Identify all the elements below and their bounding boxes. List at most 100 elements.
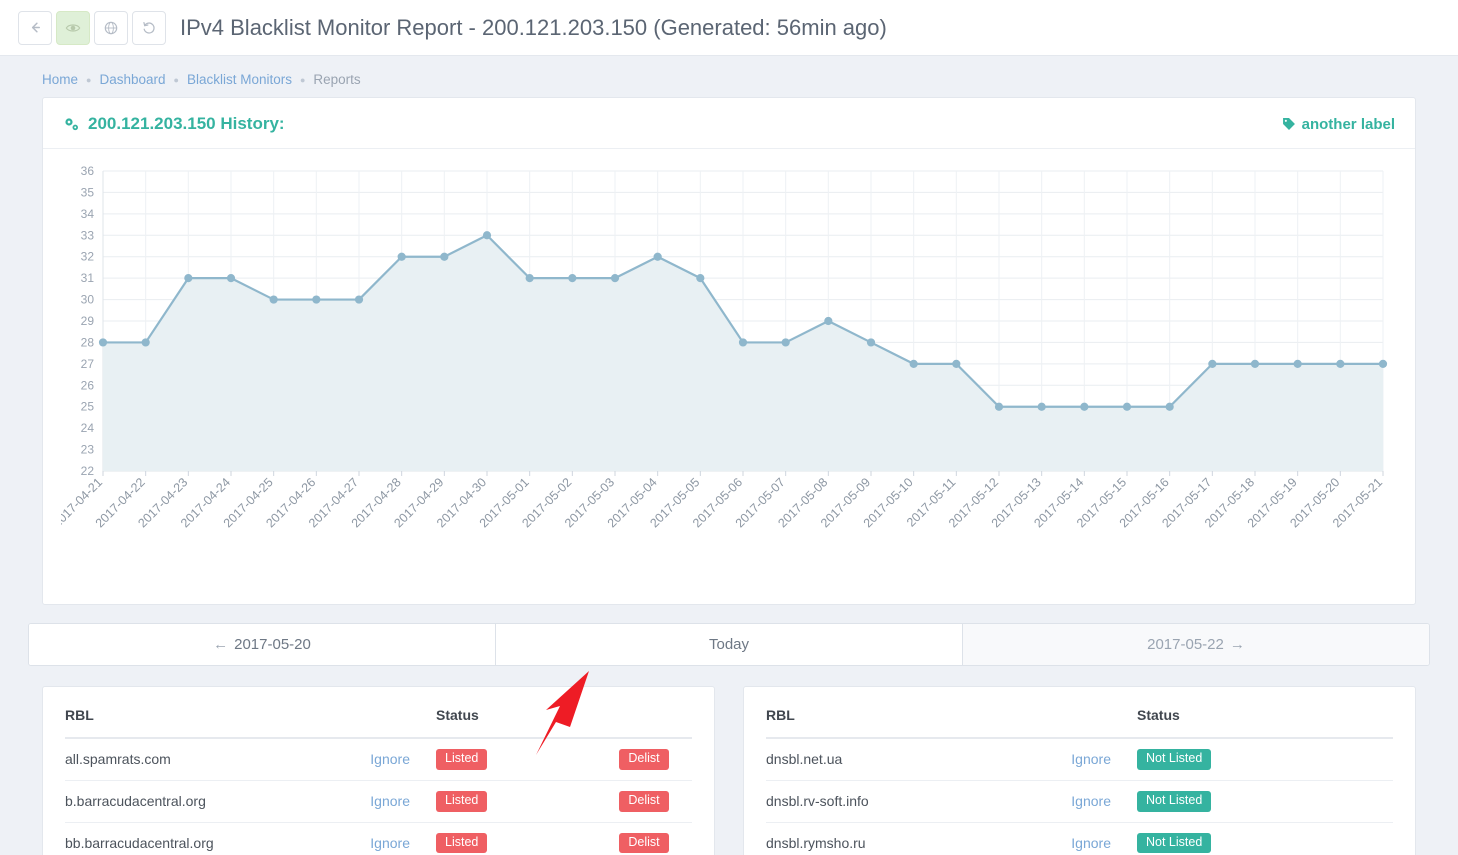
action-cell: Delist bbox=[596, 780, 692, 823]
rbl-name: all.spamrats.com bbox=[65, 738, 306, 781]
ignore-link[interactable]: Ignore bbox=[370, 793, 410, 809]
ignore-link[interactable]: Ignore bbox=[370, 835, 410, 851]
rbl-name: dnsbl.net.ua bbox=[766, 738, 1007, 781]
rbl-name: dnsbl.rymsho.ru bbox=[766, 822, 1007, 855]
ignore-cell: Ignore bbox=[1007, 780, 1137, 823]
ignore-link[interactable]: Ignore bbox=[1071, 793, 1111, 809]
svg-text:34: 34 bbox=[81, 207, 95, 221]
ignore-cell: Ignore bbox=[306, 822, 436, 855]
ignore-cell: Ignore bbox=[1007, 738, 1137, 781]
status-cell: Listed bbox=[436, 822, 596, 855]
date-nav-next[interactable]: 2017-05-22 → bbox=[963, 624, 1429, 665]
history-button[interactable] bbox=[132, 10, 166, 45]
tag-icon bbox=[1282, 118, 1295, 130]
rbl-table-right: RBL Status dnsbl.net.ua Ignore Not Listed d… bbox=[766, 707, 1393, 855]
delist-button[interactable]: Delist bbox=[619, 832, 669, 854]
svg-text:28: 28 bbox=[81, 335, 95, 349]
svg-text:31: 31 bbox=[81, 271, 95, 285]
table-row: dnsbl.rymsho.ru Ignore Not Listed bbox=[766, 822, 1393, 855]
another-label-link[interactable]: another label bbox=[1282, 116, 1395, 133]
top-toolbar: IPv4 Blacklist Monitor Report - 200.121.… bbox=[0, 0, 1458, 56]
breadcrumb-item-dashboard[interactable]: Dashboard bbox=[99, 72, 165, 87]
rbl-table-right-card: RBL Status dnsbl.net.ua Ignore Not Listed d… bbox=[743, 686, 1416, 855]
status-badge: Not Listed bbox=[1137, 790, 1212, 812]
ignore-link[interactable]: Ignore bbox=[1071, 751, 1111, 767]
action-cell bbox=[1297, 738, 1393, 781]
status-cell: Listed bbox=[436, 780, 596, 823]
status-cell: Not Listed bbox=[1137, 738, 1297, 781]
eye-icon bbox=[65, 23, 81, 32]
rbl-name: bb.barracudacentral.org bbox=[65, 822, 306, 855]
column-header-action-spacer bbox=[1297, 707, 1393, 739]
status-cell: Not Listed bbox=[1137, 822, 1297, 855]
ignore-link[interactable]: Ignore bbox=[370, 751, 410, 767]
table-header-row: RBL Status bbox=[766, 707, 1393, 739]
breadcrumb-item-home[interactable]: Home bbox=[42, 72, 78, 87]
status-badge: Not Listed bbox=[1137, 749, 1212, 770]
table-row: dnsbl.net.ua Ignore Not Listed bbox=[766, 738, 1393, 781]
column-header-action-spacer bbox=[596, 707, 692, 739]
ignore-cell: Ignore bbox=[306, 780, 436, 823]
rbl-name: dnsbl.rv-soft.info bbox=[766, 780, 1007, 823]
column-header-ignore-spacer bbox=[306, 707, 436, 739]
back-button[interactable] bbox=[18, 10, 52, 45]
column-header-status: Status bbox=[1137, 707, 1297, 739]
rbl-table-left-body: all.spamrats.com Ignore Listed Delist b.barr… bbox=[65, 738, 692, 855]
globe-button[interactable] bbox=[94, 10, 128, 45]
column-header-rbl: RBL bbox=[65, 707, 306, 739]
status-cell: Listed bbox=[436, 738, 596, 781]
svg-text:29: 29 bbox=[81, 314, 95, 328]
svg-text:33: 33 bbox=[81, 228, 95, 242]
breadcrumb-separator: ● bbox=[299, 74, 306, 85]
table-header-row: RBL Status bbox=[65, 707, 692, 739]
breadcrumb-separator: ● bbox=[86, 74, 92, 85]
svg-text:32: 32 bbox=[81, 250, 95, 264]
page-title: IPv4 Blacklist Monitor Report - 200.121.… bbox=[180, 14, 887, 40]
action-cell: Delist bbox=[596, 738, 692, 781]
svg-text:24: 24 bbox=[81, 421, 95, 435]
date-nav-prev-label: 2017-05-20 bbox=[234, 636, 311, 653]
breadcrumb-item-reports: Reports bbox=[313, 72, 361, 87]
rbl-table-left-card: RBL Status all.spamrats.com Ignore Listed D… bbox=[42, 686, 715, 855]
svg-text:25: 25 bbox=[81, 400, 95, 414]
history-icon bbox=[143, 21, 155, 34]
breadcrumb-separator: ● bbox=[173, 74, 179, 85]
svg-text:26: 26 bbox=[81, 378, 95, 392]
rbl-tables: RBL Status all.spamrats.com Ignore Listed D… bbox=[42, 686, 1416, 855]
column-header-rbl: RBL bbox=[766, 707, 1007, 739]
breadcrumb: Home ● Dashboard ● Blacklist Monitors ● … bbox=[0, 56, 1458, 97]
date-nav-prev[interactable]: ← 2017-05-20 bbox=[29, 624, 496, 665]
table-row: all.spamrats.com Ignore Listed Delist bbox=[65, 738, 692, 781]
history-chart: 22 23 24 25 26 27 28 29 30 31 32 33 34 35 36 2017-04-21… bbox=[43, 149, 1415, 604]
globe-icon bbox=[104, 21, 118, 34]
history-panel: 200.121.203.150 History: another label 2… bbox=[42, 97, 1416, 605]
svg-text:30: 30 bbox=[81, 293, 95, 307]
svg-text:23: 23 bbox=[81, 443, 95, 457]
history-chart-svg: 2223242526272829303132333435362017-04-21… bbox=[61, 164, 1388, 530]
action-cell bbox=[1297, 822, 1393, 855]
svg-text:36: 36 bbox=[81, 164, 95, 178]
table-row: dnsbl.rv-soft.info Ignore Not Listed bbox=[766, 780, 1393, 823]
view-button[interactable] bbox=[56, 10, 90, 45]
rbl-name: b.barracudacentral.org bbox=[65, 780, 306, 823]
breadcrumb-item-blacklist-monitors[interactable]: Blacklist Monitors bbox=[187, 72, 292, 87]
arrow-left-icon: ← bbox=[213, 636, 229, 653]
gears-icon bbox=[65, 117, 78, 130]
toolbar-button-group bbox=[18, 10, 166, 45]
status-badge: Listed bbox=[436, 749, 488, 770]
ignore-link[interactable]: Ignore bbox=[1071, 835, 1111, 851]
action-cell: Delist bbox=[596, 822, 692, 855]
svg-text:22: 22 bbox=[81, 464, 95, 478]
delist-button[interactable]: Delist bbox=[619, 749, 669, 770]
history-panel-header: 200.121.203.150 History: another label bbox=[43, 98, 1415, 149]
delist-button[interactable]: Delist bbox=[619, 790, 669, 812]
status-cell: Not Listed bbox=[1137, 780, 1297, 823]
status-badge: Not Listed bbox=[1137, 832, 1212, 854]
another-label-text: another label bbox=[1301, 115, 1395, 133]
ignore-cell: Ignore bbox=[1007, 822, 1137, 855]
rbl-table-right-body: dnsbl.net.ua Ignore Not Listed dnsbl.rv-sof… bbox=[766, 738, 1393, 855]
svg-text:35: 35 bbox=[81, 185, 95, 199]
arrow-left-icon bbox=[31, 22, 40, 33]
column-header-ignore-spacer bbox=[1007, 707, 1137, 739]
date-nav-today[interactable]: Today bbox=[496, 624, 963, 665]
